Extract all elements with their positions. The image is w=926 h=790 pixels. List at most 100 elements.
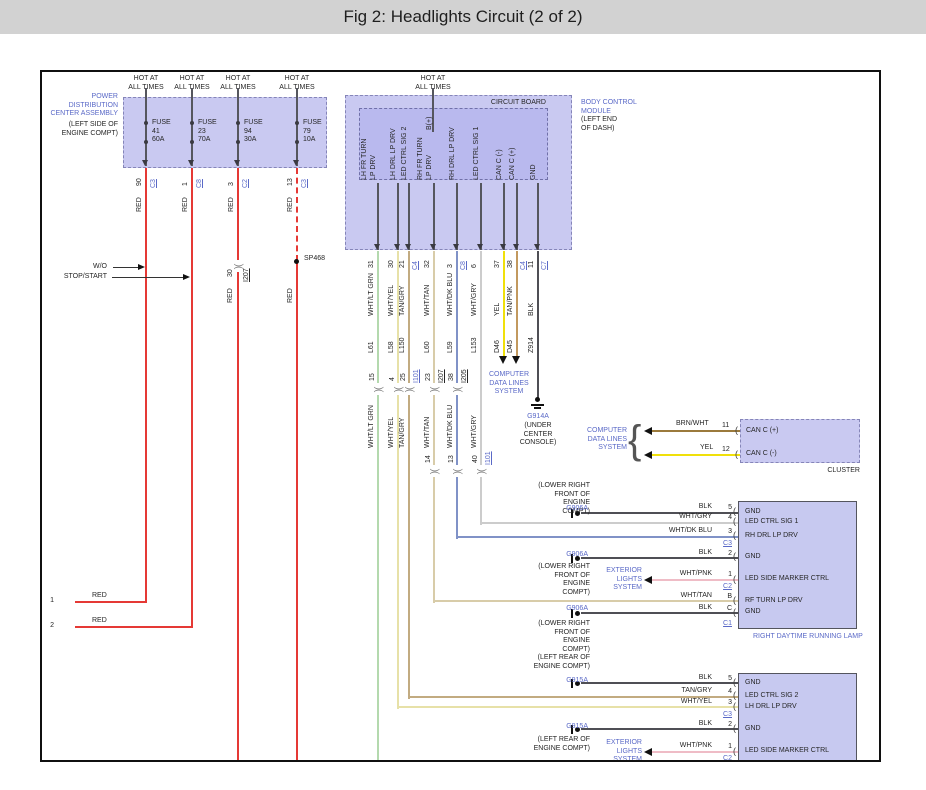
pdc-location: (LEFT SIDE OF ENGINE COMPT)	[44, 121, 118, 138]
wire-wht-tan	[433, 251, 435, 603]
wire-color-label: WHT/LT GRN	[368, 273, 377, 316]
lamp-pin: 1	[720, 571, 732, 580]
wire-wht-gry	[480, 522, 739, 524]
wire-red-2	[75, 626, 193, 628]
inline-pin: 15	[369, 373, 378, 381]
circuit-id: Z914	[528, 337, 537, 353]
wire-color-label: YEL	[700, 444, 713, 453]
wire-color-label: BLK	[672, 674, 712, 683]
arrow-down-icon	[534, 244, 540, 250]
lamp-pin: 5	[720, 504, 732, 513]
inline-pin: 38	[448, 373, 457, 381]
bcm-location: (LEFT END OF DASH)	[581, 116, 617, 133]
pdc-pin: 3	[228, 182, 237, 186]
pin-socket-icon	[735, 450, 738, 459]
fuse-symbol	[190, 140, 194, 144]
bcm-exit-line	[456, 183, 458, 250]
circuit-id: L61	[368, 341, 377, 353]
pin-socket-icon	[733, 531, 736, 540]
arrow-down-icon	[142, 160, 148, 166]
fuse-symbol	[295, 121, 299, 125]
wire-blk	[537, 251, 539, 399]
bcm-pin-name: LED CTRL SIG 2	[401, 127, 410, 180]
pin-socket-icon	[733, 608, 736, 617]
inline-connector-icon	[428, 383, 440, 395]
fuse-symbol	[295, 140, 299, 144]
pdc-pin: 1	[182, 182, 191, 186]
cluster-pin-name: CAN C (+)	[746, 427, 778, 436]
bcm-pin-name: LH FR TURN LP DRV	[361, 139, 378, 180]
exterior-lights-label: EXTERIOR LIGHTS SYSTEM	[598, 739, 642, 762]
bplus-label: B(+)	[426, 117, 435, 130]
wire-color-label: WHT/GRY	[672, 513, 712, 522]
arrow-left-icon	[644, 451, 652, 459]
lamp-pin: 2	[720, 721, 732, 730]
arrow-down-icon	[234, 160, 240, 166]
right-lamp-name: RIGHT DAYTIME RUNNING LAMP	[753, 633, 863, 642]
circuit-id: L60	[424, 341, 433, 353]
lamp-connector: C1	[717, 620, 732, 629]
diagram-frame: POWER DISTRIBUTION CENTER ASSEMBLY (LEFT…	[40, 70, 881, 762]
wire-color-label: RED	[287, 197, 296, 212]
wire-color-label: BLK	[672, 720, 712, 729]
wire-color-label: WHT/YEL	[672, 698, 712, 707]
pin-socket-icon	[733, 517, 736, 526]
wire-tan-gry	[408, 251, 410, 699]
lamp-pin: 5	[720, 675, 732, 684]
bcm-pin: 32	[424, 260, 433, 268]
wire-color-label: WHT/TAN	[672, 592, 712, 601]
bcm-pin: 31	[368, 260, 377, 268]
bcm-pin-name: CAN C (+)	[509, 148, 518, 180]
arrow-left-icon	[644, 427, 652, 435]
wire-red-1	[75, 601, 147, 603]
pdc-connector: C3	[150, 179, 159, 188]
wire-blk	[581, 557, 738, 559]
lamp-pin-name: GND	[745, 679, 761, 688]
splice-dot	[294, 259, 299, 264]
wire-blk	[581, 512, 738, 514]
lamp-pin-name: LED CTRL SIG 1	[745, 518, 798, 527]
pdc-pin: 90	[136, 178, 145, 186]
wire-color-label: BLK	[528, 303, 537, 316]
lamp-pin: C	[720, 605, 732, 614]
inline-connector-id: I207	[243, 268, 252, 282]
pin-socket-icon	[733, 702, 736, 711]
pin-socket-icon	[735, 426, 738, 435]
cluster-pin: 11	[722, 422, 729, 431]
wire-color-label: WHT/TAN	[424, 417, 433, 448]
inline-pin: 23	[425, 373, 434, 381]
wo-label: W/O	[80, 263, 107, 272]
inline-connector-icon	[475, 465, 487, 477]
bcm-pin-name: GND	[530, 164, 539, 180]
wire-color-label: WHT/PNK	[672, 570, 712, 579]
lamp-pin-name: LH DRL LP DRV	[745, 703, 797, 712]
lamp-pin: 4	[720, 514, 732, 523]
ground-id: G915A	[558, 723, 588, 732]
arrow-right-icon	[183, 274, 190, 280]
inline-connector-id: I101	[485, 451, 494, 465]
bcm-exit-line	[516, 183, 518, 250]
lamp-pin-name: LED CTRL SIG 2	[745, 692, 798, 701]
computer-data-lines-label: COMPUTER DATA LINES SYSTEM	[581, 427, 627, 453]
circuit-id: D46	[494, 340, 503, 353]
fuse-94-label: FUSE 94 30A	[244, 119, 263, 145]
wire-red-2	[191, 168, 193, 627]
inline-pin: 13	[448, 455, 457, 463]
fuse-feed-line	[145, 88, 147, 166]
wire-blk	[581, 728, 738, 730]
wire-red-4	[296, 261, 298, 761]
terminal-1: 1	[46, 597, 54, 606]
cluster-name: CLUSTER	[818, 467, 860, 476]
wire-color-label: WHT/PNK	[672, 742, 712, 751]
bcm-pin: 6	[471, 264, 480, 268]
bcm-exit-line	[503, 183, 505, 250]
lamp-pin: B	[720, 593, 732, 602]
fuse-symbol	[236, 140, 240, 144]
diagram-canvas: POWER DISTRIBUTION CENTER ASSEMBLY (LEFT…	[40, 70, 881, 762]
bcm-pin: 11	[528, 261, 537, 268]
inline-connector-icon	[372, 383, 384, 395]
computer-data-lines-label: COMPUTER DATA LINES SYSTEM	[481, 371, 537, 397]
circuit-id: D45	[507, 340, 516, 353]
inline-pin: 14	[425, 455, 434, 463]
ground-symbol	[534, 407, 541, 409]
